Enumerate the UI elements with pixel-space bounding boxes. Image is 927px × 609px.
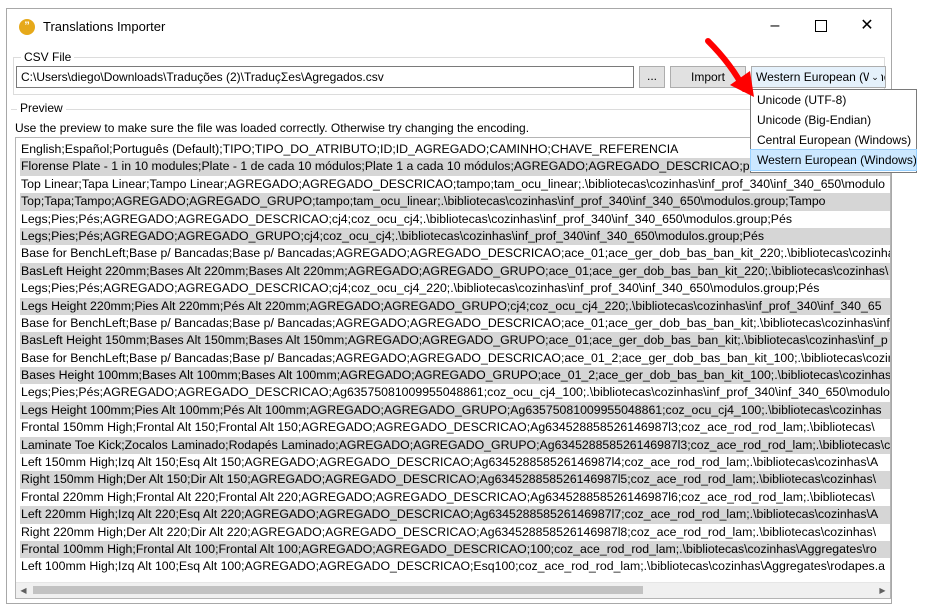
preview-line: Frontal 100mm High;Frontal Alt 100;Front… — [20, 540, 890, 559]
maximize-icon — [815, 19, 827, 32]
preview-line: Base for BenchLeft;Base p/ Bancadas;Base… — [21, 246, 890, 261]
preview-line: Bases Height 100mm;Bases Alt 100mm;Bases… — [20, 367, 890, 385]
maximize-button[interactable] — [799, 13, 843, 39]
preview-textbox[interactable]: English;Español;Português (Default);TIPO… — [15, 137, 891, 599]
preview-line: Legs;Pies;Pés;AGREGADO;AGREGADO_DESCRICA… — [21, 385, 890, 400]
encoding-option-central-european[interactable]: Central European (Windows) — [751, 130, 916, 150]
preview-line: Frontal 220mm High;Frontal Alt 220;Front… — [21, 489, 875, 504]
preview-line: Legs Height 100mm;Pies Alt 100mm;Pés Alt… — [20, 401, 890, 420]
preview-line: Top;Tapa;Tampo;AGREGADO;AGREGADO_GRUPO;t… — [20, 193, 890, 211]
encoding-selected-value: Western European (Windows) — [756, 70, 885, 84]
preview-line: Right 150mm High;Der Alt 150;Dir Alt 150… — [20, 471, 890, 489]
preview-label: Preview — [17, 101, 66, 115]
preview-line: Left 150mm High;Izq Alt 150;Esq Alt 150;… — [21, 455, 879, 470]
scroll-right-icon[interactable]: ▶ — [875, 583, 890, 598]
csv-file-label: CSV File — [21, 50, 75, 64]
browse-button[interactable]: ... — [639, 66, 665, 88]
csv-path-field[interactable]: C:\Users\diego\Downloads\Traduções (2)\T… — [16, 66, 634, 88]
preview-line: BasLeft Height 150mm;Bases Alt 150mm;Bas… — [20, 332, 890, 350]
preview-hint: Use the preview to make sure the file wa… — [15, 121, 530, 135]
preview-line: Frontal 150mm High;Frontal Alt 150;Front… — [21, 420, 875, 435]
preview-line: Legs;Pies;Pés;AGREGADO;AGREGADO_GRUPO;cj… — [20, 227, 890, 246]
encoding-option-big-endian[interactable]: Unicode (Big-Endian) — [751, 110, 916, 130]
preview-line: Base for BenchLeft;Base p/ Bancadas;Base… — [21, 315, 890, 330]
preview-line: Legs;Pies;Pés;AGREGADO;AGREGADO_DESCRICA… — [21, 281, 820, 296]
encoding-option-western-european[interactable]: Western European (Windows) — [750, 149, 917, 171]
encoding-dropdown-list: Unicode (UTF-8) Unicode (Big-Endian) Cen… — [750, 89, 917, 173]
red-arrow-icon — [705, 38, 754, 97]
preview-line: Top Linear;Tapa Linear;Tampo Linear;AGRE… — [21, 176, 885, 191]
scroll-left-icon[interactable]: ◀ — [16, 583, 31, 598]
preview-line: Laminate Toe Kick;Zocalos Laminado;Rodap… — [20, 436, 890, 455]
preview-line: Right 220mm High;Der Alt 220;Dir Alt 220… — [21, 524, 877, 539]
preview-line: Base for BenchLeft;Base p/ Bancadas;Base… — [21, 350, 890, 365]
encoding-select[interactable]: Western European (Windows) ⌄ — [751, 66, 886, 88]
scrollbar-thumb[interactable] — [33, 586, 643, 594]
preview-line: Left 220mm High;Izq Alt 220;Esq Alt 220;… — [20, 506, 890, 524]
preview-line: Legs Height 220mm;Pies Alt 220mm;Pés Alt… — [20, 297, 890, 315]
close-button[interactable]: ✕ — [845, 13, 889, 39]
preview-line: BasLeft Height 220mm;Bases Alt 220mm;Bas… — [20, 262, 890, 281]
horizontal-scrollbar[interactable]: ◀ ▶ — [16, 582, 890, 598]
preview-lines: English;Español;Português (Default);TIPO… — [20, 141, 890, 576]
window-title: Translations Importer — [43, 19, 166, 34]
chevron-down-icon: ⌄ — [869, 67, 881, 87]
encoding-option-utf8[interactable]: Unicode (UTF-8) — [751, 90, 916, 110]
app-icon: ” — [19, 19, 35, 35]
preview-line: Legs;Pies;Pés;AGREGADO;AGREGADO_DESCRICA… — [21, 211, 792, 226]
preview-line: Left 100mm High;Izq Alt 100;Esq Alt 100;… — [21, 559, 885, 574]
